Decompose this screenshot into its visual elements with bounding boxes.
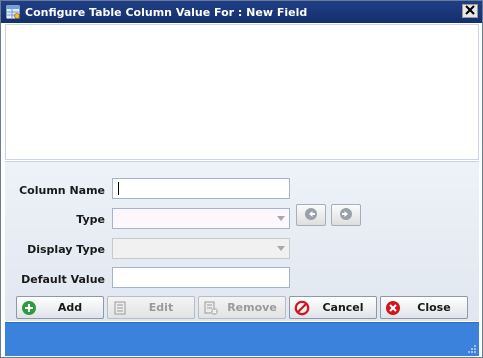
x-circle-icon (385, 300, 401, 316)
remove-icon (203, 300, 219, 316)
type-label: Type (76, 213, 105, 226)
configure-column-dialog: Configure Table Column Value For : New F… (0, 0, 483, 358)
arrow-right-icon (339, 207, 353, 224)
table-config-icon (5, 4, 21, 20)
cancel-button[interactable]: Cancel (289, 296, 377, 319)
remove-button[interactable]: Remove (198, 296, 286, 319)
type-select[interactable] (112, 208, 290, 229)
default-value-input[interactable] (112, 267, 290, 288)
chevron-down-icon (277, 246, 285, 251)
title-bar[interactable]: Configure Table Column Value For : New F… (1, 1, 482, 23)
close-button[interactable]: Close (380, 296, 468, 319)
status-bar (5, 322, 479, 356)
column-name-label: Column Name (19, 184, 105, 197)
plus-circle-icon (21, 300, 37, 316)
resize-grip-icon[interactable] (467, 344, 477, 354)
no-entry-icon (294, 300, 310, 316)
chevron-down-icon (277, 216, 285, 221)
display-type-select[interactable] (112, 238, 290, 259)
prev-button[interactable] (296, 204, 326, 226)
text-cursor (118, 182, 119, 195)
window-close-button[interactable] (462, 4, 478, 18)
form-panel: Column Name Type Display Type Default Va… (5, 161, 479, 321)
column-value-list[interactable] (5, 24, 479, 160)
add-button[interactable]: Add (16, 296, 104, 319)
next-button[interactable] (331, 204, 361, 226)
close-icon (465, 4, 475, 18)
edit-icon (112, 300, 128, 316)
display-type-label: Display Type (27, 243, 105, 256)
dialog-title: Configure Table Column Value For : New F… (25, 5, 308, 19)
arrow-left-icon (304, 207, 318, 224)
default-value-label: Default Value (21, 273, 105, 286)
edit-button[interactable]: Edit (107, 296, 195, 319)
column-name-input[interactable] (112, 178, 290, 199)
